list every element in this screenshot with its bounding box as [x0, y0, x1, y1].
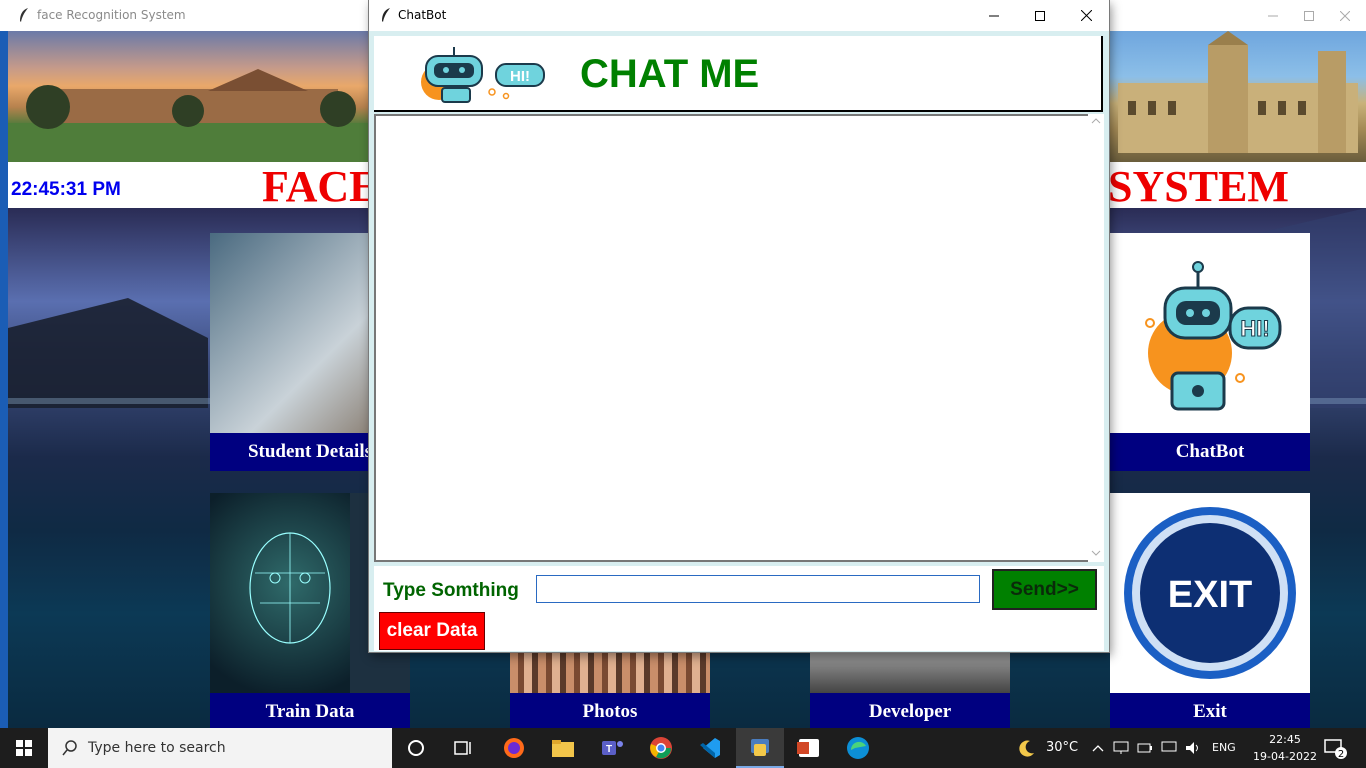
- tile-chatbot-label: ChatBot: [1110, 433, 1310, 471]
- window-edge: [0, 31, 8, 728]
- clear-data-button[interactable]: clear Data: [379, 612, 485, 650]
- firefox-icon[interactable]: [499, 733, 529, 763]
- notification-icon[interactable]: 2: [1320, 733, 1350, 763]
- battery-icon[interactable]: [1132, 733, 1158, 763]
- notification-count: 2: [1338, 749, 1344, 760]
- chat-header-title: CHAT ME: [580, 52, 760, 96]
- message-input[interactable]: [536, 575, 980, 603]
- chatbot-robot-icon: HI!: [421, 47, 545, 103]
- language-indicator[interactable]: ENG: [1212, 741, 1236, 754]
- weather-temperature[interactable]: 30°C: [1046, 740, 1078, 755]
- start-button[interactable]: [0, 728, 48, 768]
- file-explorer-icon[interactable]: [548, 733, 578, 763]
- tile-photos-label: Photos: [510, 693, 710, 731]
- cortana-icon[interactable]: [401, 733, 431, 763]
- search-placeholder: Type here to search: [88, 740, 226, 756]
- exit-image-text: EXIT: [1168, 574, 1252, 616]
- chat-input-panel: Type Somthing Send>> clear Data: [374, 566, 1104, 651]
- chat-header-hi-text: HI!: [510, 68, 530, 85]
- taskbar-search-box[interactable]: Type here to search: [48, 728, 392, 768]
- scroll-down-icon[interactable]: [1091, 550, 1101, 556]
- chat-maximize-button[interactable]: [1017, 0, 1063, 31]
- taskbar: Type here to search T 30°C ENG 22:45 19-…: [0, 728, 1366, 768]
- tile-train-data-label: Train Data: [210, 693, 410, 731]
- chrome-icon[interactable]: [646, 733, 676, 763]
- chat-minimize-button[interactable]: [971, 0, 1017, 31]
- taskbar-time[interactable]: 22:45: [1262, 733, 1308, 746]
- chatbot-body: HI! CHAT ME Type Somthing Send>> clear D…: [369, 31, 1109, 652]
- chat-messages-area[interactable]: [374, 114, 1090, 562]
- chatbot-window: ChatBot HI! CHAT ME Type Somthing Send>>…: [369, 0, 1109, 652]
- powerpoint-icon[interactable]: [793, 733, 823, 763]
- search-icon: [62, 740, 77, 756]
- exit-image: EXIT: [1110, 493, 1310, 693]
- send-button[interactable]: Send>>: [992, 569, 1097, 610]
- tile-exit-label: Exit: [1110, 693, 1310, 731]
- clock-label: 22:45:31 PM: [11, 179, 121, 200]
- chat-header: HI! CHAT ME: [374, 36, 1103, 112]
- volume-icon[interactable]: [1180, 733, 1206, 763]
- feather-icon: [20, 8, 28, 22]
- teams-icon[interactable]: T: [597, 733, 627, 763]
- network-icon[interactable]: [1108, 733, 1134, 763]
- python-icon[interactable]: [745, 733, 775, 763]
- app-title-right: SYSTEM: [1108, 162, 1289, 211]
- campus-banner-left: [8, 31, 370, 162]
- campus-banner-right: [1108, 31, 1366, 162]
- chat-scrollbar[interactable]: [1088, 114, 1104, 562]
- edge-icon[interactable]: [843, 733, 873, 763]
- chat-close-button[interactable]: [1063, 0, 1109, 31]
- tile-developer-label: Developer: [810, 693, 1010, 731]
- app-title-left: FACE: [262, 162, 379, 211]
- chatbot-titlebar[interactable]: ChatBot: [369, 0, 1109, 31]
- hi-badge-text: HI!: [1240, 316, 1269, 341]
- main-close-button[interactable]: [1322, 0, 1366, 31]
- windows-logo-icon: [16, 740, 32, 756]
- weather-moon-icon[interactable]: [1012, 733, 1042, 763]
- taskbar-date[interactable]: 19-04-2022: [1248, 750, 1322, 763]
- svg-text:T: T: [606, 744, 612, 755]
- chatbot-window-title: ChatBot: [398, 8, 447, 22]
- feather-icon: [382, 8, 390, 22]
- tile-chatbot[interactable]: HI! ChatBot: [1110, 233, 1310, 471]
- tile-exit[interactable]: EXIT Exit: [1110, 493, 1310, 731]
- display-icon[interactable]: [1156, 733, 1182, 763]
- vscode-icon[interactable]: [695, 733, 725, 763]
- chatbot-robot-image: HI!: [1110, 233, 1310, 433]
- task-view-icon[interactable]: [448, 733, 478, 763]
- type-something-label: Type Somthing: [383, 580, 519, 601]
- main-window-title: face Recognition System: [37, 8, 186, 22]
- scroll-up-icon[interactable]: [1091, 118, 1101, 124]
